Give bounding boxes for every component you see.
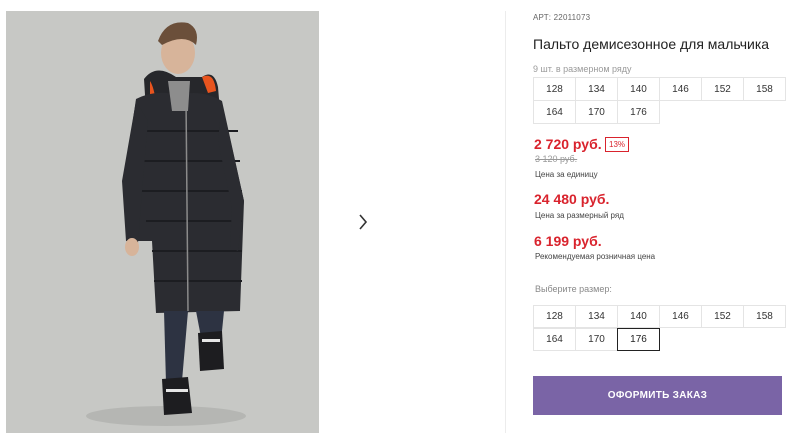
pack-size-grid: 128 134 140 146 152 158 164 170 176: [533, 77, 786, 124]
size-option[interactable]: 164: [533, 328, 576, 351]
pack-size-cell: 164: [533, 100, 576, 124]
unit-price-caption: Цена за единицу: [535, 170, 598, 179]
retail-price: 6 199 руб.: [534, 233, 602, 249]
size-option[interactable]: 158: [743, 305, 786, 328]
product-title: Пальто демисезонное для мальчика: [533, 36, 770, 52]
pack-size-cell: 158: [743, 77, 786, 101]
pack-size-cell: 128: [533, 77, 576, 101]
pack-size-cell: 176: [617, 100, 660, 124]
pack-price: 24 480 руб.: [534, 191, 610, 207]
size-option[interactable]: 146: [659, 305, 702, 328]
product-gallery: [6, 11, 506, 433]
chevron-right-icon: [359, 214, 368, 230]
pack-size-cell: 152: [701, 77, 744, 101]
pack-size-cell: 134: [575, 77, 618, 101]
old-price: 3 120 руб.: [535, 154, 578, 164]
size-option[interactable]: 128: [533, 305, 576, 328]
pack-size-note: 9 шт. в размерном ряду: [533, 64, 632, 74]
pack-price-caption: Цена за размерный ряд: [535, 211, 624, 220]
size-option[interactable]: 152: [701, 305, 744, 328]
gallery-divider: [505, 11, 506, 433]
size-option-selected[interactable]: 176: [617, 328, 660, 351]
size-option[interactable]: 170: [575, 328, 618, 351]
size-option[interactable]: 140: [617, 305, 660, 328]
choose-size-label: Выберите размер:: [535, 284, 612, 294]
pack-size-cell: 170: [575, 100, 618, 124]
place-order-button[interactable]: ОФОРМИТЬ ЗАКАЗ: [533, 376, 782, 415]
discount-badge: 13%: [605, 137, 630, 152]
unit-price: 2 720 руб.: [534, 136, 602, 152]
article-number: АРТ: 22011073: [533, 13, 591, 22]
pack-size-cell: 140: [617, 77, 660, 101]
retail-price-caption: Рекомендуемая розничная цена: [535, 252, 656, 261]
size-option[interactable]: 134: [575, 305, 618, 328]
product-photo: [6, 11, 319, 433]
pack-size-cell: 146: [659, 77, 702, 101]
size-selector: 128 134 140 146 152 158 164 170 176: [533, 305, 786, 351]
next-image-button[interactable]: [343, 202, 383, 242]
